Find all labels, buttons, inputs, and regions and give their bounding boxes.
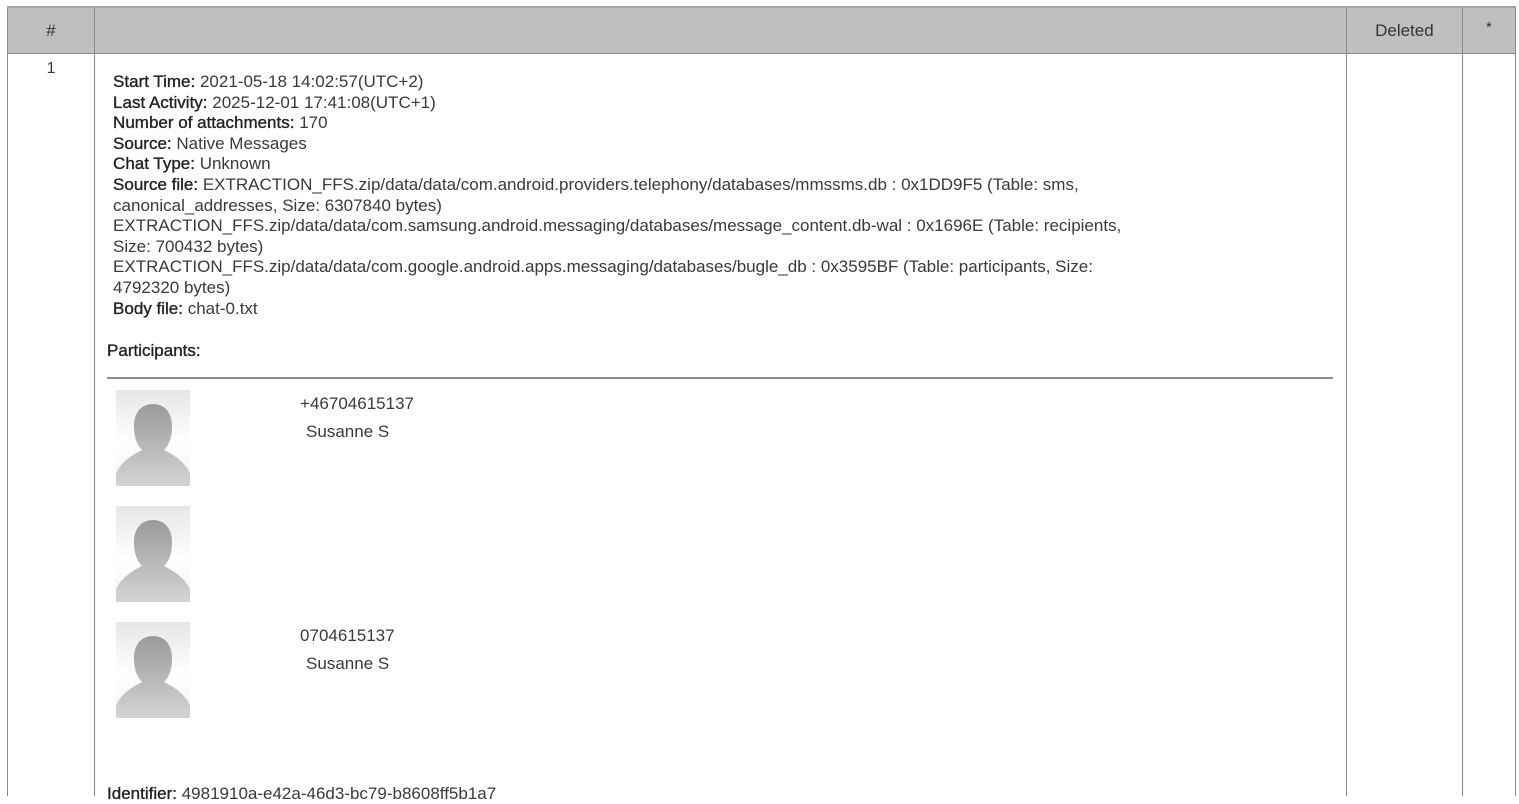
start-time-label: Start Time: (113, 72, 196, 91)
avatar (116, 506, 191, 603)
source-label: Source: (113, 133, 172, 153)
source-file-line-1: Source file: EXTRACTION_FFS.zip/data/dat… (113, 175, 1346, 196)
identifier-label: Identifier: (107, 784, 177, 803)
participants-divider (107, 377, 1333, 380)
body-file-link[interactable]: chat-0.txt (188, 299, 258, 318)
attachments-label: Number of attachments: (113, 113, 295, 133)
row-index: 1 (46, 60, 56, 77)
participant-name: Susanne S (306, 654, 390, 674)
chat-report-table: # Deleted * 1 Start Time: 2021-05-18 14:… (6, 6, 1517, 803)
source-file-3b: 4792320 bytes) (113, 277, 231, 297)
table-row: 1 Start Time: 2021-05-18 14:02:57(UTC+2)… (6, 53, 1517, 803)
star-header-label: * (1486, 18, 1492, 36)
table-header-row: # Deleted * (6, 6, 1517, 54)
last-activity-value: 2025-12-01 17:41:08(UTC+1) (212, 92, 436, 112)
source-file-3a: EXTRACTION_FFS.zip/data/data/com.google.… (113, 257, 1093, 277)
column-header-star[interactable]: * (1461, 6, 1517, 54)
source-file-2a: EXTRACTION_FFS.zip/data/data/com.samsung… (113, 216, 1122, 236)
avatar (116, 622, 191, 719)
star-cell (1461, 53, 1517, 796)
start-time-line: Start Time: 2021-05-18 14:02:57(UTC+2) (113, 72, 1346, 93)
source-file-1a: EXTRACTION_FFS.zip/data/data/com.android… (202, 174, 1079, 194)
deleted-cell (1345, 53, 1463, 796)
chat-type-value: Unknown (199, 154, 271, 174)
attachments-value: 170 (299, 113, 328, 133)
avatar (116, 390, 191, 487)
row-index-cell: 1 (6, 53, 96, 796)
source-file-2b: Size: 700432 bytes) (113, 236, 264, 256)
chat-details-cell: Start Time: 2021-05-18 14:02:57(UTC+2) L… (94, 53, 1347, 803)
attachments-line: Number of attachments: 170 (113, 113, 1346, 134)
participant-item: +46704615137 Susanne S (95, 390, 1346, 506)
chat-type-line: Chat Type: Unknown (113, 154, 1346, 175)
chat-info-block: Start Time: 2021-05-18 14:02:57(UTC+2) L… (95, 54, 1346, 319)
last-activity-line: Last Activity: 2025-12-01 17:41:08(UTC+1… (113, 92, 1346, 114)
column-header-deleted[interactable]: Deleted (1345, 6, 1463, 54)
last-activity-label: Last Activity: (113, 92, 208, 112)
start-time-value: 2021-05-18 14:02:57(UTC+2) (199, 72, 424, 91)
participant-phone: +46704615137 (300, 394, 414, 414)
body-file-line: Body file: chat-0.txt (113, 298, 1346, 320)
source-file-label: Source file: (113, 174, 199, 194)
body-file-label: Body file: (113, 298, 183, 318)
person-silhouette-icon (116, 404, 191, 487)
column-header-details[interactable] (94, 6, 1347, 54)
source-line: Source: Native Messages (113, 134, 1346, 155)
person-silhouette-icon (116, 636, 191, 719)
participant-name: Susanne S (306, 422, 390, 442)
participants-list: +46704615137 Susanne S 0704615137 Susann… (95, 390, 1346, 738)
person-silhouette-icon (116, 520, 191, 603)
participant-item (95, 506, 1346, 622)
identifier-value: 4981910a-e42a-46d3-bc79-b8608ff5b1a7 (181, 784, 497, 803)
participant-phone: 0704615137 (300, 626, 395, 646)
chat-type-label: Chat Type: (113, 154, 195, 174)
column-header-index[interactable]: # (6, 6, 96, 54)
source-value: Native Messages (176, 133, 307, 153)
participant-item: 0704615137 Susanne S (95, 622, 1346, 738)
identifier-line: Identifier: 4981910a-e42a-46d3-bc79-b860… (107, 784, 496, 804)
participants-heading: Participants: (107, 341, 201, 361)
source-file-1b: canonical_addresses, Size: 6307840 bytes… (113, 195, 442, 215)
